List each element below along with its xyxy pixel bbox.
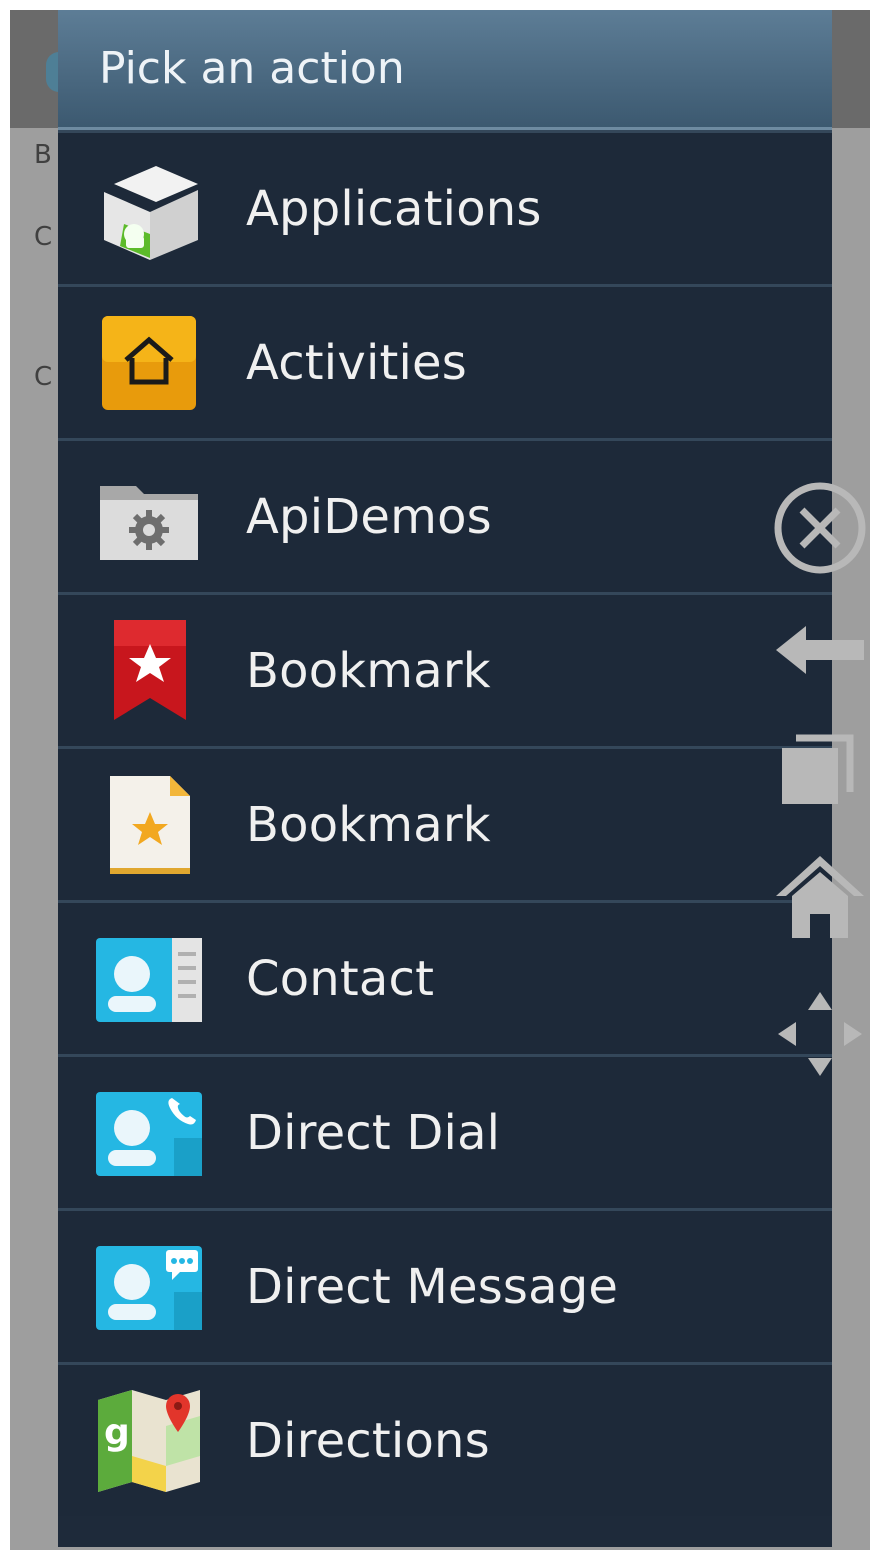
gear-folder-icon bbox=[94, 462, 204, 572]
list-item-activities[interactable]: Activities bbox=[58, 284, 832, 438]
list-item-contact[interactable]: Contact bbox=[58, 900, 832, 1054]
android-package-icon bbox=[94, 154, 204, 264]
background-text: C bbox=[34, 222, 53, 252]
list-item-label: Direct Dial bbox=[246, 1104, 501, 1161]
direct-dial-icon bbox=[94, 1078, 204, 1188]
list-item-apidemos[interactable]: ApiDemos bbox=[58, 438, 832, 592]
background-text: B bbox=[34, 140, 52, 170]
direct-message-icon bbox=[94, 1232, 204, 1342]
list-item-bookmark[interactable]: Bookmark bbox=[58, 746, 832, 900]
background-text: C bbox=[34, 362, 53, 392]
list-item-label: Bookmark bbox=[246, 642, 491, 699]
list-item-label: Contact bbox=[246, 950, 435, 1007]
list-item-direct-dial[interactable]: Direct Dial bbox=[58, 1054, 832, 1208]
dialog-title: Pick an action bbox=[99, 43, 405, 94]
list-item-label: Applications bbox=[246, 180, 542, 237]
svg-text:g: g bbox=[104, 1412, 130, 1453]
home-activity-icon bbox=[94, 308, 204, 418]
recent-apps-icon[interactable] bbox=[772, 730, 868, 810]
bookmark-page-icon bbox=[94, 770, 204, 880]
home-icon[interactable] bbox=[772, 852, 868, 942]
list-item-direct-message[interactable]: Direct Message bbox=[58, 1208, 832, 1362]
list-item-directions[interactable]: g Directions bbox=[58, 1362, 832, 1516]
pick-action-dialog: Pick an action Applications Activities A… bbox=[58, 10, 832, 1547]
list-item-label: Direct Message bbox=[246, 1258, 619, 1315]
list-item-label: Bookmark bbox=[246, 796, 491, 853]
close-icon[interactable] bbox=[772, 480, 868, 576]
navigation-overlay bbox=[772, 480, 868, 1090]
dialog-header: Pick an action bbox=[58, 10, 832, 130]
dpad-icon[interactable] bbox=[772, 986, 868, 1082]
list-item-label: Activities bbox=[246, 334, 467, 391]
contact-card-icon bbox=[94, 924, 204, 1034]
list-item-bookmark[interactable]: Bookmark bbox=[58, 592, 832, 746]
list-item-applications[interactable]: Applications bbox=[58, 130, 832, 284]
bookmark-ribbon-icon bbox=[94, 616, 204, 726]
maps-icon: g bbox=[94, 1386, 204, 1496]
list-item-label: Directions bbox=[246, 1412, 490, 1469]
list-item-label: ApiDemos bbox=[246, 488, 492, 545]
back-icon[interactable] bbox=[772, 620, 868, 680]
